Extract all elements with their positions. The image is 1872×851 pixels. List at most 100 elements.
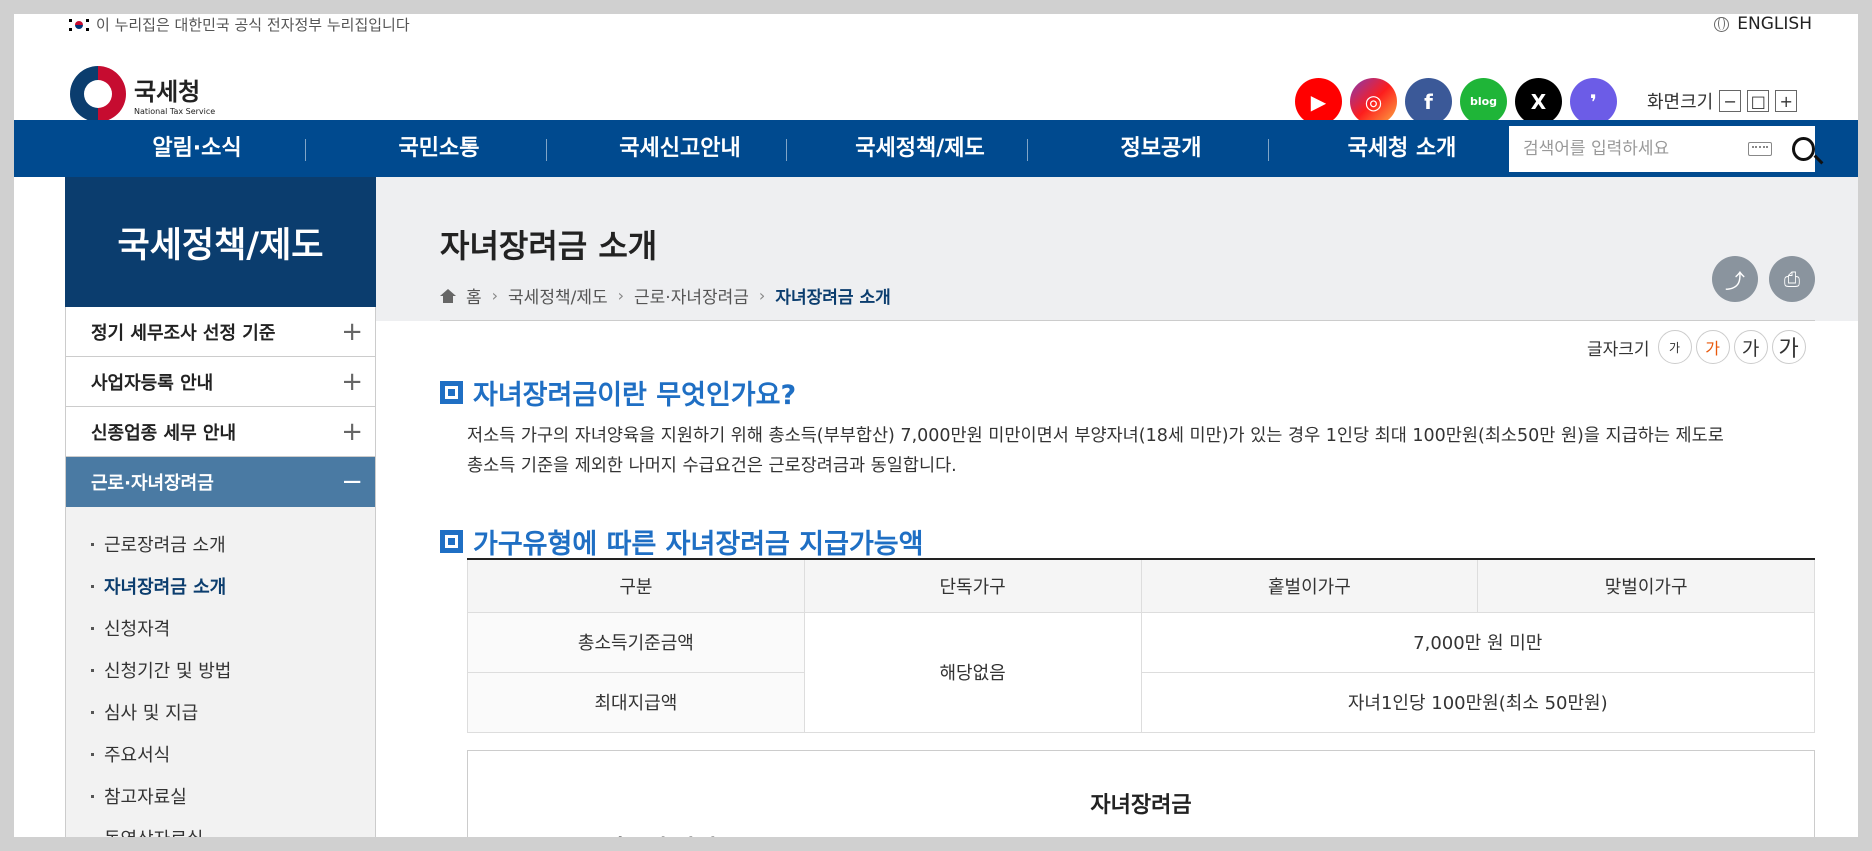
table-cell-label: 총소득기준금액 xyxy=(467,611,805,673)
breadcrumb-current: 자녀장려금 소개 xyxy=(775,288,891,308)
chevron-right-icon: › xyxy=(617,286,625,305)
nav-separator xyxy=(305,139,306,161)
keyboard-icon[interactable] xyxy=(1748,142,1773,156)
chart-y-label: 지급액 만원 xyxy=(603,829,717,837)
title-divider xyxy=(440,320,1815,321)
print-icon[interactable]: ⎙ xyxy=(1769,256,1815,302)
nav-tax-policy[interactable]: 국세정책/제도 xyxy=(820,120,1020,177)
page-frame: 이 누리집은 대한민국 공식 전자정부 누리집입니다 ENGLISH 국세청 N… xyxy=(14,14,1858,837)
chevron-right-icon: › xyxy=(758,286,766,305)
submenu-item[interactable]: 신청자격 xyxy=(66,607,375,649)
collapse-icon: − xyxy=(341,467,363,497)
english-label: ENGLISH xyxy=(1737,14,1812,34)
table-header-row: 구분 단독가구 홑벌이가구 맞벌이가구 xyxy=(467,558,1815,613)
description-line: 총소득 기준을 제외한 나머지 수급요건은 근로장려금과 동일합니다. xyxy=(467,456,957,476)
logo-name-en: National Tax Service xyxy=(134,107,216,116)
youtube-icon[interactable]: ▶ xyxy=(1295,78,1342,125)
kakao-story-icon[interactable]: ❜ xyxy=(1570,78,1617,125)
nav-separator xyxy=(1268,139,1269,161)
submenu-item[interactable]: 심사 및 지급 xyxy=(66,691,375,733)
sidebar-item-new-industry[interactable]: 신종업종 세무 안내 + xyxy=(66,407,375,457)
description-line: 저소득 가구의 자녀양육을 지원하기 위해 총소득(부부합산) 7,000만원 … xyxy=(467,426,1724,446)
table-cell: 해당없음 xyxy=(803,611,1142,733)
english-link[interactable]: ENGLISH xyxy=(1714,14,1812,34)
section-description: 저소득 가구의 자녀양육을 지원하기 위해 총소득(부부합산) 7,000만원 … xyxy=(467,421,1827,481)
nav-news[interactable]: 알림·소식 xyxy=(97,120,297,177)
submenu-item-active[interactable]: 자녀장려금 소개 xyxy=(66,565,375,607)
sidebar-item-audit-criteria[interactable]: 정기 세무조사 선정 기준 + xyxy=(66,307,375,357)
screen-zoom: 화면크기 − □ + xyxy=(1647,88,1798,114)
official-notice: 이 누리집은 대한민국 공식 전자정부 누리집입니다 xyxy=(68,14,410,35)
sidebar: 국세정책/제도 정기 세무조사 선정 기준 + 사업자등록 안내 + 신종업종 … xyxy=(65,177,376,837)
table-header: 단독가구 xyxy=(803,558,1142,613)
sidebar-item-label: 정기 세무조사 선정 기준 xyxy=(91,322,276,344)
font-size-smaller-button[interactable]: 가 xyxy=(1657,330,1692,364)
table-header: 홑벌이가구 xyxy=(1140,558,1479,613)
submenu-item[interactable]: 참고자료실 xyxy=(66,775,375,817)
table-header: 맞벌이가구 xyxy=(1477,558,1815,613)
nav-about[interactable]: 국세청 소개 xyxy=(1302,120,1502,177)
table-cell-label: 최대지급액 xyxy=(467,671,805,733)
breadcrumb: 홈 › 국세정책/제도 › 근로·자녀장려금 › 자녀장려금 소개 xyxy=(440,283,891,308)
home-icon[interactable] xyxy=(440,288,456,303)
table-row: 최대지급액 자녀1인당 100만원(최소 50만원) xyxy=(467,671,1815,733)
search-input[interactable] xyxy=(1523,139,1742,159)
zoom-reset-button[interactable]: □ xyxy=(1747,90,1770,112)
official-notice-text: 이 누리집은 대한민국 공식 전자정부 누리집입니다 xyxy=(96,16,410,34)
heading-bullet-icon xyxy=(440,530,463,553)
sns-links: ▶ ◎ f blog X ❜ xyxy=(1295,78,1617,125)
nav-separator xyxy=(546,139,547,161)
submenu-item[interactable]: 주요서식 xyxy=(66,733,375,775)
nav-separator xyxy=(1027,139,1028,161)
font-size-default-button[interactable]: 가 xyxy=(1695,330,1730,364)
sidebar-menu: 정기 세무조사 선정 기준 + 사업자등록 안내 + 신종업종 세무 안내 + … xyxy=(65,307,376,837)
font-size-largest-button[interactable]: 가 xyxy=(1771,330,1806,364)
logo-name-ko: 국세청 xyxy=(134,78,201,106)
nav-disclosure[interactable]: 정보공개 xyxy=(1061,120,1261,177)
chart-title: 자녀장려금 xyxy=(1090,793,1192,818)
korea-flag-icon xyxy=(68,18,90,32)
table-cell: 7,000만 원 미만 xyxy=(1140,611,1815,673)
page-title: 자녀장려금 소개 xyxy=(440,227,658,265)
font-size-label: 글자크기 xyxy=(1587,339,1650,360)
chevron-right-icon: › xyxy=(491,286,499,305)
top-bar: 이 누리집은 대한민국 공식 전자정부 누리집입니다 ENGLISH xyxy=(14,14,1858,38)
font-size-control: 글자크기 가 가 가 가 xyxy=(1587,330,1806,364)
taegeuk-logo-icon xyxy=(70,66,126,122)
expand-icon: + xyxy=(341,316,363,347)
submenu-item[interactable]: 신청기간 및 방법 xyxy=(66,649,375,691)
instagram-icon[interactable]: ◎ xyxy=(1350,78,1397,125)
facebook-icon[interactable]: f xyxy=(1405,78,1452,125)
sidebar-item-label: 신종업종 세무 안내 xyxy=(91,422,237,444)
nts-logo[interactable]: 국세청 National Tax Service xyxy=(70,66,215,122)
search-icon[interactable] xyxy=(1792,137,1815,161)
breadcrumb-item[interactable]: 국세정책/제도 xyxy=(508,283,608,308)
sidebar-title: 국세정책/제도 xyxy=(65,177,376,307)
header: 국세청 National Tax Service ▶ ◎ f blog X ❜ … xyxy=(14,42,1858,125)
submenu-item[interactable]: 동영상자료실 xyxy=(66,817,375,837)
share-icon[interactable]: ⤴ xyxy=(1712,256,1758,302)
x-twitter-icon[interactable]: X xyxy=(1515,78,1562,125)
blog-icon[interactable]: blog xyxy=(1460,78,1507,125)
benefit-chart: 자녀장려금 지급액 만원 xyxy=(467,750,1815,837)
sidebar-item-earned-child-credit[interactable]: 근로·자녀장려금 − xyxy=(66,457,375,507)
font-size-larger-button[interactable]: 가 xyxy=(1733,330,1768,364)
globe-icon xyxy=(1714,16,1730,32)
table-header: 구분 xyxy=(467,558,805,613)
expand-icon: + xyxy=(341,366,363,397)
zoom-out-button[interactable]: − xyxy=(1719,90,1742,112)
zoom-in-button[interactable]: + xyxy=(1775,90,1798,112)
nav-communication[interactable]: 국민소통 xyxy=(339,120,539,177)
zoom-label: 화면크기 xyxy=(1647,92,1714,113)
sidebar-item-label: 근로·자녀장려금 xyxy=(91,473,214,494)
section-heading: 가구유형에 따른 자녀장려금 지급가능액 xyxy=(440,522,923,561)
breadcrumb-item[interactable]: 근로·자녀장려금 xyxy=(634,283,749,308)
section-heading: 자녀장려금이란 무엇인가요? xyxy=(440,373,796,412)
table-row: 총소득기준금액 해당없음 7,000만 원 미만 xyxy=(467,611,1815,733)
sidebar-submenu: 근로장려금 소개 자녀장려금 소개 신청자격 신청기간 및 방법 심사 및 지급… xyxy=(66,507,375,837)
breadcrumb-home[interactable]: 홈 xyxy=(466,283,482,308)
nav-tax-filing[interactable]: 국세신고안내 xyxy=(580,120,780,177)
submenu-item[interactable]: 근로장려금 소개 xyxy=(66,523,375,565)
heading-bullet-icon xyxy=(440,381,463,404)
sidebar-item-business-registration[interactable]: 사업자등록 안내 + xyxy=(66,357,375,407)
